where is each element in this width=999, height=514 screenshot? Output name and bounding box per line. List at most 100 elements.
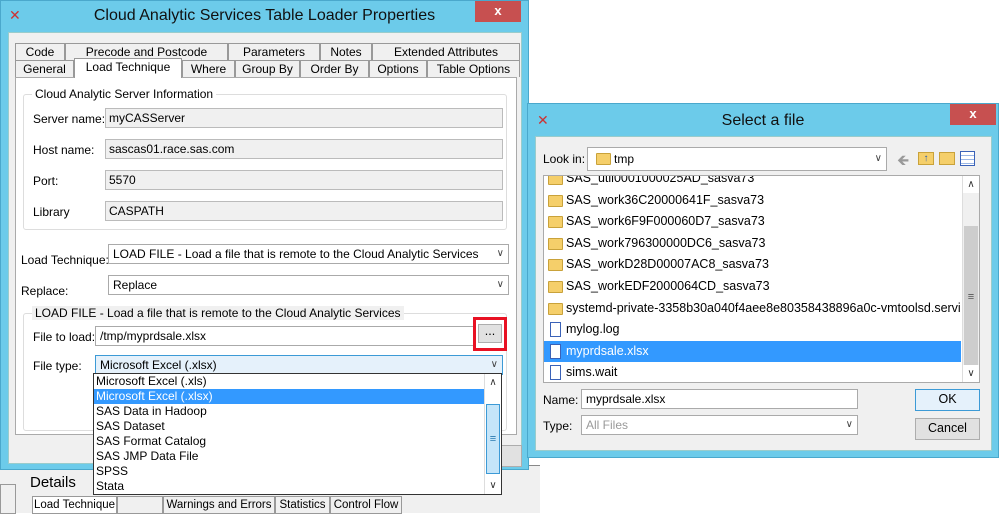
look-in-value: tmp [614, 152, 635, 166]
dialog-title: Cloud Analytic Services Table Loader Pro… [93, 7, 436, 24]
name-input[interactable]: myprdsale.xlsx [581, 389, 858, 409]
file-item[interactable]: myprdsale.xlsx [544, 340, 961, 362]
option-xls[interactable]: Microsoft Excel (.xls) [94, 374, 501, 389]
option-format-catalog[interactable]: SAS Format Catalog [94, 434, 501, 449]
file-item[interactable]: mylog.log [544, 319, 961, 340]
host-name-label: Host name: [33, 143, 95, 157]
type-value: All Files [586, 418, 629, 432]
host-name-field: sascas01.race.sas.com [105, 139, 503, 159]
background-pane [0, 484, 16, 514]
folder-icon [596, 153, 611, 165]
details-label: Details [30, 474, 76, 491]
option-sas-dataset[interactable]: SAS Dataset [94, 419, 501, 434]
folder-icon [548, 302, 563, 315]
scroll-down-icon[interactable]: ∨ [485, 477, 501, 494]
up-folder-icon[interactable]: ↑ [918, 152, 934, 165]
option-hadoop[interactable]: SAS Data in Hadoop [94, 404, 501, 419]
type-select[interactable]: All Files ∨ [581, 415, 858, 435]
port-field: 5570 [105, 170, 503, 190]
tab-load-technique[interactable]: Load Technique [74, 58, 182, 78]
file-list: SAS_util0001000025AD_sasva73 SAS_work36C2… [543, 175, 980, 383]
scroll-thumb[interactable]: ≡ [964, 226, 978, 366]
replace-label: Replace: [21, 284, 69, 298]
chevron-down-icon: ∨ [490, 359, 498, 370]
cancel-button[interactable]: Cancel [915, 418, 980, 440]
folder-item[interactable]: SAS_util0001000025AD_sasva73 [544, 176, 961, 189]
server-name-label: Server name: [33, 112, 106, 126]
close-button[interactable]: x [950, 104, 996, 125]
chevron-down-icon: ∨ [496, 248, 504, 259]
folder-icon [548, 281, 563, 293]
file-type-label: File type: [33, 359, 82, 373]
tab-group-by[interactable]: Group By [235, 60, 300, 77]
dropdown-scrollbar[interactable]: ∧ ≡ ∨ [484, 374, 501, 494]
scroll-up-icon[interactable]: ∧ [485, 374, 501, 391]
back-icon[interactable]: 🡸 [897, 150, 909, 175]
item-name: SAS_work796300000DC6_sasva73 [566, 235, 766, 250]
option-spss[interactable]: SPSS [94, 464, 501, 479]
ok-button[interactable]: OK [915, 389, 980, 411]
load-technique-select[interactable]: LOAD FILE - Load a file that is remote t… [108, 244, 509, 264]
scroll-thumb[interactable]: ≡ [486, 404, 500, 474]
file-to-load-label: File to load: [33, 330, 96, 344]
details-view-icon[interactable] [960, 151, 975, 166]
tab-notes[interactable]: Notes [320, 43, 372, 60]
folder-icon [548, 176, 563, 185]
tab-code[interactable]: Code [15, 43, 65, 60]
tab-table-options[interactable]: Table Options [427, 60, 520, 77]
server-name-field: myCASServer [105, 108, 503, 128]
port-label: Port: [33, 174, 59, 188]
folder-icon [548, 237, 563, 250]
file-list-scrollbar[interactable]: ∧ ≡ ∨ [962, 176, 979, 382]
folder-item[interactable]: SAS_work796300000DC6_sasva73 [544, 233, 961, 254]
server-info-title: Cloud Analytic Server Information [32, 87, 217, 101]
bg-tab-statistics[interactable]: Statistics [275, 496, 330, 514]
folder-item[interactable]: SAS_work6F9F000060D7_sasva73 [544, 211, 961, 232]
file-type-select[interactable]: Microsoft Excel (.xlsx) ∨ [95, 355, 503, 375]
dialog-title: Select a file [721, 112, 805, 129]
folder-icon [548, 194, 563, 207]
tab-where[interactable]: Where [182, 60, 235, 77]
folder-item[interactable]: SAS_workD28D00007AC8_sasva73 [544, 254, 961, 275]
tab-parameters[interactable]: Parameters [228, 43, 320, 60]
scroll-down-icon[interactable]: ∨ [963, 365, 979, 382]
scroll-up-icon[interactable]: ∧ [963, 176, 979, 193]
type-label: Type: [543, 419, 573, 433]
item-name: sims.wait [566, 365, 618, 380]
look-in-select[interactable]: tmp ∨ [587, 147, 887, 171]
tab-order-by[interactable]: Order By [300, 60, 369, 77]
library-label: Library [33, 205, 70, 219]
bg-tab-blank[interactable] [117, 496, 163, 514]
file-to-load-input[interactable]: /tmp/myprdsale.xlsx [95, 326, 475, 346]
item-name: SAS_work36C20000641F_sasva73 [566, 192, 765, 207]
item-name: SAS_workEDF2000064CD_sasva73 [566, 279, 770, 293]
load-technique-value: LOAD FILE - Load a file that is remote t… [113, 247, 479, 261]
new-folder-icon[interactable] [939, 152, 955, 165]
tab-options[interactable]: Options [369, 60, 427, 77]
tab-extended-attributes[interactable]: Extended Attributes [372, 43, 520, 60]
replace-value: Replace [113, 278, 158, 292]
close-button[interactable]: x [475, 1, 521, 22]
folder-icon [548, 216, 563, 229]
file-item[interactable]: sims.wait [544, 362, 961, 382]
bg-tab-control-flow[interactable]: Control Flow [330, 496, 402, 514]
chevron-down-icon: ∨ [845, 419, 853, 430]
folder-icon [548, 259, 563, 272]
load-file-title: LOAD FILE - Load a file that is remote t… [32, 306, 404, 320]
browse-button[interactable]: ... [478, 324, 502, 343]
folder-item[interactable]: SAS_workEDF2000064CD_sasva73 [544, 276, 961, 297]
option-xlsx[interactable]: Microsoft Excel (.xlsx) [94, 389, 484, 404]
bg-tab-warnings-errors[interactable]: Warnings and Errors [163, 496, 275, 514]
file-type-value: Microsoft Excel (.xlsx) [100, 358, 217, 372]
document-icon [550, 343, 561, 359]
replace-select[interactable]: Replace ∨ [108, 275, 509, 295]
item-name: mylog.log [566, 322, 620, 337]
load-technique-label: Load Technique: [21, 253, 109, 267]
chevron-down-icon: ∨ [496, 279, 504, 290]
bg-tab-load-technique[interactable]: Load Technique [32, 496, 117, 514]
option-stata[interactable]: Stata [94, 479, 501, 494]
tab-general[interactable]: General [15, 60, 74, 77]
folder-item[interactable]: SAS_work36C20000641F_sasva73 [544, 190, 961, 211]
folder-item[interactable]: systemd-private-3358b30a040f4aee8e803584… [544, 298, 961, 319]
option-jmp[interactable]: SAS JMP Data File [94, 449, 501, 464]
